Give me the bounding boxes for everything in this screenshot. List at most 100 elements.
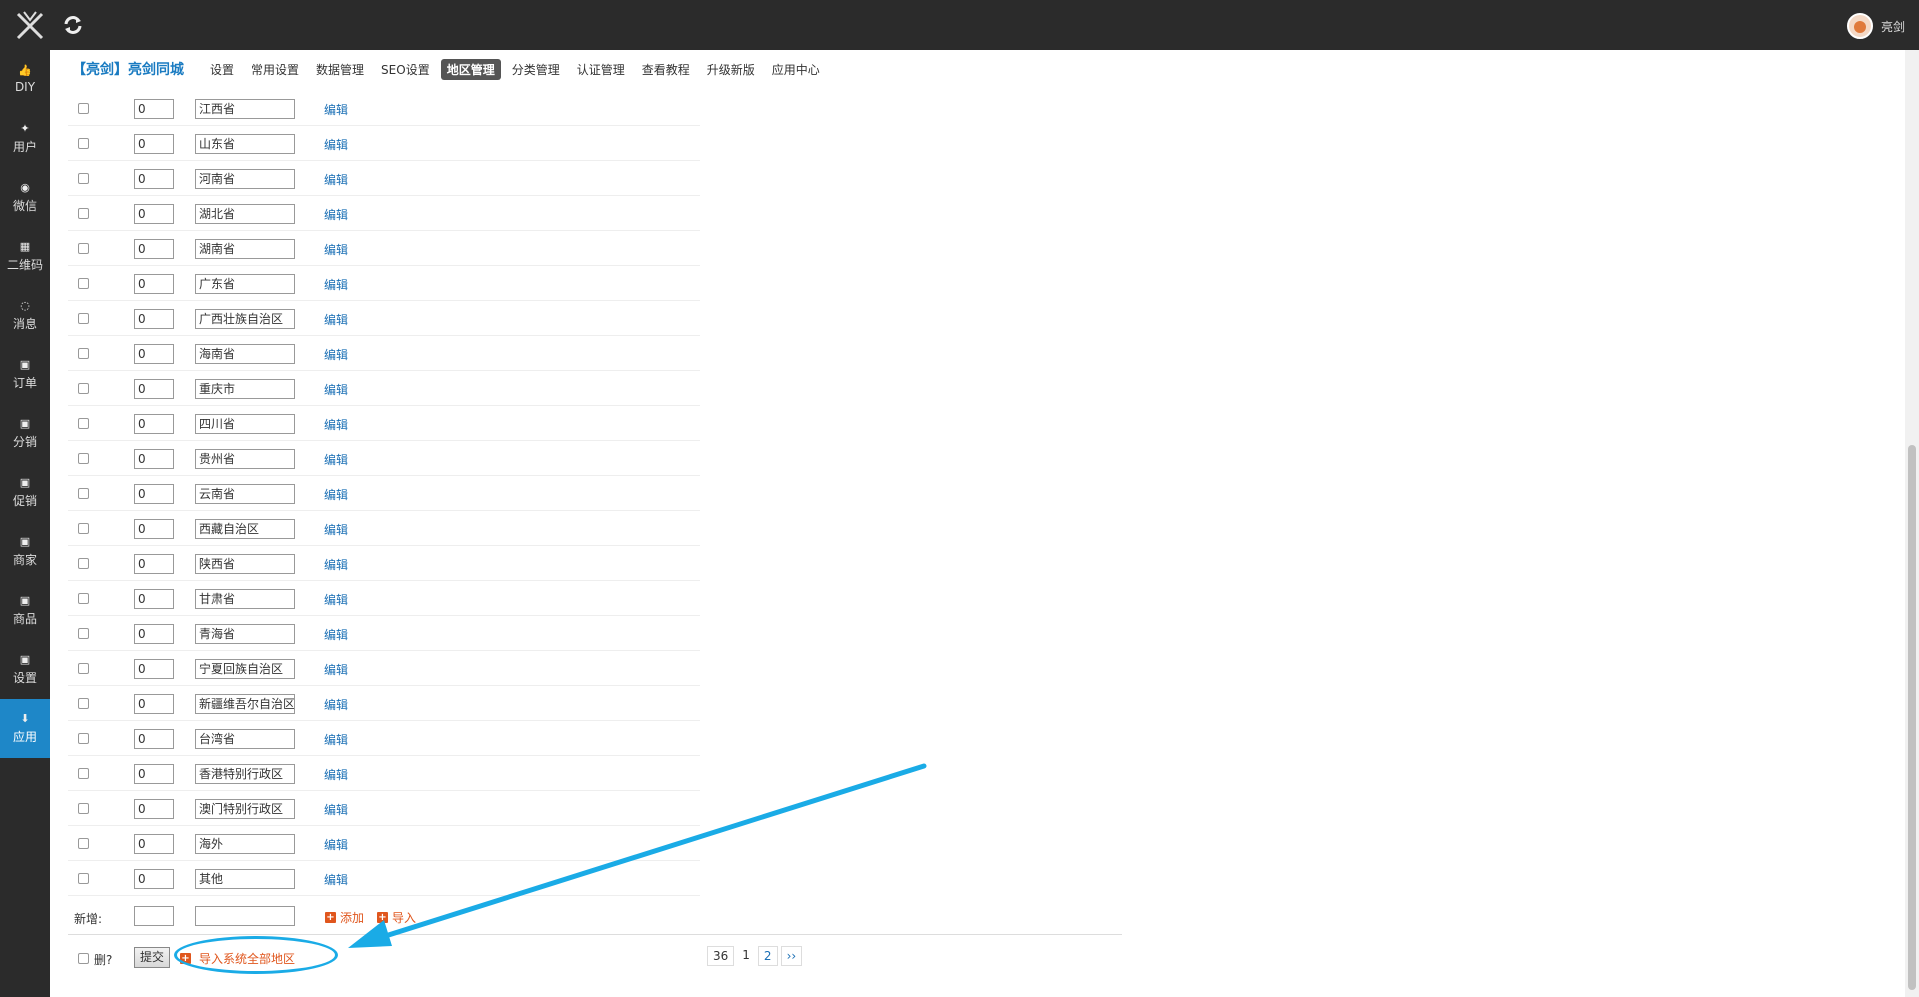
- region-name-input[interactable]: 河南省: [195, 169, 295, 189]
- sidebar-item[interactable]: ◉ 微信: [0, 168, 50, 227]
- sidebar-item[interactable]: ▦ 二维码: [0, 227, 50, 286]
- add-button[interactable]: + 添加: [325, 909, 364, 926]
- sidebar-item[interactable]: ▣ 分销: [0, 404, 50, 463]
- edit-link[interactable]: 编辑: [324, 626, 348, 643]
- row-checkbox[interactable]: [78, 453, 89, 464]
- sidebar-item[interactable]: ▣ 订单: [0, 345, 50, 404]
- order-input[interactable]: 0: [134, 869, 174, 889]
- order-input[interactable]: 0: [134, 309, 174, 329]
- brand-title[interactable]: 【亮剑】亮剑同城: [72, 59, 184, 79]
- region-name-input[interactable]: 云南省: [195, 484, 295, 504]
- row-checkbox[interactable]: [78, 278, 89, 289]
- edit-link[interactable]: 编辑: [324, 416, 348, 433]
- nav-tab[interactable]: 数据管理: [310, 59, 370, 80]
- region-name-input[interactable]: 其他: [195, 869, 295, 889]
- region-name-input[interactable]: 湖北省: [195, 204, 295, 224]
- region-name-input[interactable]: 西藏自治区: [195, 519, 295, 539]
- next-page[interactable]: ››: [780, 946, 803, 966]
- region-name-input[interactable]: 陕西省: [195, 554, 295, 574]
- sidebar-item[interactable]: ⬇ 应用: [0, 699, 50, 758]
- edit-link[interactable]: 编辑: [324, 556, 348, 573]
- edit-link[interactable]: 编辑: [324, 696, 348, 713]
- region-name-input[interactable]: 青海省: [195, 624, 295, 644]
- row-checkbox[interactable]: [78, 558, 89, 569]
- region-name-input[interactable]: 新疆维吾尔自治区: [195, 694, 295, 714]
- region-name-input[interactable]: 台湾省: [195, 729, 295, 749]
- nav-tab[interactable]: 地区管理: [440, 58, 501, 80]
- row-checkbox[interactable]: [78, 628, 89, 639]
- row-checkbox[interactable]: [78, 173, 89, 184]
- edit-link[interactable]: 编辑: [324, 276, 348, 293]
- page-2[interactable]: 2: [757, 946, 778, 966]
- scrollbar-thumb[interactable]: [1908, 445, 1916, 990]
- nav-tab[interactable]: 查看教程: [636, 59, 696, 80]
- order-input[interactable]: 0: [134, 554, 174, 574]
- order-input[interactable]: 0: [134, 694, 174, 714]
- row-checkbox[interactable]: [78, 803, 89, 814]
- row-checkbox[interactable]: [78, 313, 89, 324]
- order-input[interactable]: 0: [134, 659, 174, 679]
- edit-link[interactable]: 编辑: [324, 521, 348, 538]
- logo-icon[interactable]: [14, 10, 46, 42]
- edit-link[interactable]: 编辑: [324, 451, 348, 468]
- submit-button[interactable]: 提交: [134, 947, 170, 968]
- region-name-input[interactable]: 海南省: [195, 344, 295, 364]
- edit-link[interactable]: 编辑: [324, 591, 348, 608]
- edit-link[interactable]: 编辑: [324, 836, 348, 853]
- sidebar-item[interactable]: ◌ 消息: [0, 286, 50, 345]
- order-input[interactable]: 0: [134, 204, 174, 224]
- nav-tab[interactable]: 分类管理: [506, 59, 566, 80]
- order-input[interactable]: 0: [134, 589, 174, 609]
- nav-tab[interactable]: 设置: [204, 59, 240, 80]
- edit-link[interactable]: 编辑: [324, 101, 348, 118]
- new-name-input[interactable]: [195, 906, 295, 926]
- order-input[interactable]: 0: [134, 274, 174, 294]
- delete-checkbox[interactable]: [78, 953, 89, 964]
- row-checkbox[interactable]: [78, 593, 89, 604]
- region-name-input[interactable]: 澳门特别行政区: [195, 799, 295, 819]
- refresh-icon[interactable]: [62, 14, 84, 36]
- sidebar-item[interactable]: ✦ 用户: [0, 109, 50, 168]
- order-input[interactable]: 0: [134, 169, 174, 189]
- nav-tab[interactable]: SEO设置: [375, 59, 436, 80]
- nav-tab[interactable]: 认证管理: [571, 59, 631, 80]
- row-checkbox[interactable]: [78, 838, 89, 849]
- row-checkbox[interactable]: [78, 733, 89, 744]
- region-name-input[interactable]: 广西壮族自治区: [195, 309, 295, 329]
- sidebar-item[interactable]: ▣ 商品: [0, 581, 50, 640]
- region-name-input[interactable]: 广东省: [195, 274, 295, 294]
- row-checkbox[interactable]: [78, 383, 89, 394]
- order-input[interactable]: 0: [134, 449, 174, 469]
- edit-link[interactable]: 编辑: [324, 486, 348, 503]
- row-checkbox[interactable]: [78, 523, 89, 534]
- row-checkbox[interactable]: [78, 768, 89, 779]
- edit-link[interactable]: 编辑: [324, 731, 348, 748]
- scrollbar[interactable]: [1905, 50, 1919, 997]
- row-checkbox[interactable]: [78, 138, 89, 149]
- row-checkbox[interactable]: [78, 418, 89, 429]
- order-input[interactable]: 0: [134, 239, 174, 259]
- order-input[interactable]: 0: [134, 764, 174, 784]
- edit-link[interactable]: 编辑: [324, 766, 348, 783]
- region-name-input[interactable]: 山东省: [195, 134, 295, 154]
- row-checkbox[interactable]: [78, 103, 89, 114]
- order-input[interactable]: 0: [134, 134, 174, 154]
- row-checkbox[interactable]: [78, 873, 89, 884]
- order-input[interactable]: 0: [134, 344, 174, 364]
- row-checkbox[interactable]: [78, 488, 89, 499]
- edit-link[interactable]: 编辑: [324, 381, 348, 398]
- user-menu[interactable]: 亮剑: [1846, 13, 1905, 39]
- region-name-input[interactable]: 江西省: [195, 99, 295, 119]
- sidebar-item[interactable]: 👍 DIY: [0, 50, 50, 109]
- region-name-input[interactable]: 贵州省: [195, 449, 295, 469]
- row-checkbox[interactable]: [78, 348, 89, 359]
- edit-link[interactable]: 编辑: [324, 311, 348, 328]
- region-name-input[interactable]: 香港特别行政区: [195, 764, 295, 784]
- order-input[interactable]: 0: [134, 99, 174, 119]
- sidebar-item[interactable]: ▣ 设置: [0, 640, 50, 699]
- edit-link[interactable]: 编辑: [324, 206, 348, 223]
- order-input[interactable]: 0: [134, 799, 174, 819]
- order-input[interactable]: 0: [134, 414, 174, 434]
- row-checkbox[interactable]: [78, 663, 89, 674]
- order-input[interactable]: 0: [134, 484, 174, 504]
